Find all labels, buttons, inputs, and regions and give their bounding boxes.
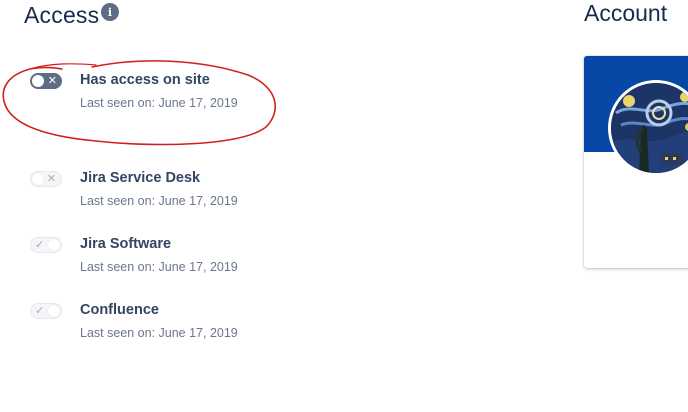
- check-icon: ✓: [35, 239, 45, 251]
- info-icon[interactable]: i: [101, 3, 119, 21]
- confluence-toggle[interactable]: ✓: [30, 303, 62, 319]
- row-last-seen: Last seen on: June 17, 2019: [80, 260, 238, 274]
- toggle-knob: [32, 173, 44, 185]
- toggle-knob: [48, 305, 60, 317]
- account-card: [584, 56, 688, 268]
- row-label: Jira Service Desk: [80, 170, 201, 186]
- row-last-seen: Last seen on: June 17, 2019: [80, 194, 238, 208]
- annotation-ellipse: [2, 60, 276, 146]
- account-title: Account: [584, 0, 668, 26]
- row-label: Confluence: [80, 302, 159, 318]
- row-label: Jira Software: [80, 236, 172, 252]
- starry-night-avatar-icon: [611, 83, 688, 173]
- toggle-knob: [48, 239, 60, 251]
- access-title: Access: [24, 2, 100, 28]
- cross-icon: ✕: [46, 173, 56, 185]
- row-last-seen: Last seen on: June 17, 2019: [80, 326, 238, 340]
- check-icon: ✓: [35, 305, 45, 317]
- jira-service-desk-toggle[interactable]: ✕: [30, 171, 62, 187]
- jira-software-toggle[interactable]: ✓: [30, 237, 62, 253]
- avatar[interactable]: [608, 80, 688, 176]
